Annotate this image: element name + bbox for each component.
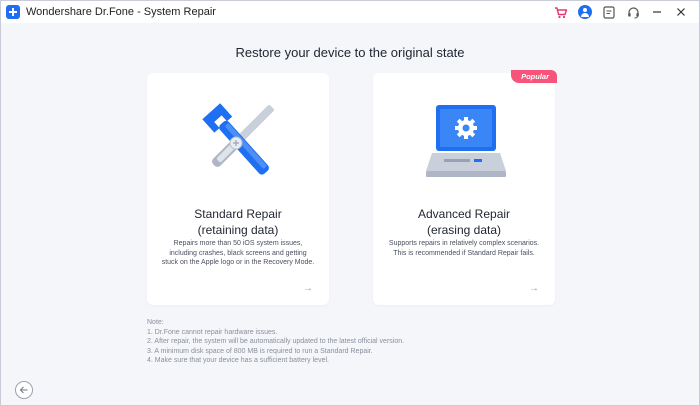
minimize-icon[interactable]: [645, 4, 669, 20]
advanced-repair-title: Advanced Repair (erasing data): [373, 206, 555, 238]
window-title: Wondershare Dr.Fone - System Repair: [26, 6, 216, 18]
arrow-right-icon[interactable]: →: [301, 281, 315, 295]
note-item: 4. Make sure that your device has a suff…: [147, 357, 329, 364]
app-window: Wondershare Dr.Fone - System Repair Rest…: [0, 0, 700, 406]
page-heading: Restore your device to the original stat…: [235, 45, 465, 60]
computer-gear-icon: [373, 91, 555, 191]
standard-repair-title: Standard Repair (retaining data): [147, 206, 329, 238]
popular-badge: Popular: [511, 70, 557, 83]
note-item: 3. A minimum disk space of 800 MB is req…: [147, 347, 373, 355]
notes-label: Note:: [147, 319, 164, 326]
drfone-logo-icon: [6, 5, 20, 19]
note-item: 1. Dr.Fone cannot repair hardware issues…: [147, 328, 278, 336]
support-headset-icon[interactable]: [621, 4, 645, 20]
back-button[interactable]: [15, 381, 33, 399]
advanced-repair-description: Supports repairs in relatively complex s…: [388, 240, 540, 257]
notes-section: Note: 1. Dr.Fone cannot repair hardware …: [147, 318, 567, 366]
advanced-repair-title-line2: (erasing data): [426, 223, 502, 237]
tools-icon: [147, 91, 329, 191]
standard-repair-title-line1: Standard Repair: [194, 207, 282, 221]
standard-repair-title-line2: (retaining data): [197, 223, 279, 237]
title-bar: Wondershare Dr.Fone - System Repair: [1, 1, 699, 23]
standard-repair-card[interactable]: Standard Repair (retaining data) Repairs…: [147, 73, 329, 305]
title-bar-actions: [549, 4, 693, 20]
advanced-repair-title-line1: Advanced Repair: [417, 207, 511, 221]
feedback-icon[interactable]: [597, 4, 621, 20]
advanced-repair-card[interactable]: Popular Advanced Repair (erasing data) S…: [373, 70, 557, 305]
standard-repair-description: Repairs more than 50 iOS system issues, …: [161, 240, 315, 266]
close-icon[interactable]: [669, 4, 693, 20]
cart-icon[interactable]: [549, 4, 573, 20]
arrow-left-icon: [19, 386, 28, 394]
arrow-right-icon[interactable]: →: [527, 281, 541, 295]
note-item: 2. After repair, the system will be auto…: [147, 338, 405, 345]
account-avatar-icon[interactable]: [573, 4, 597, 20]
